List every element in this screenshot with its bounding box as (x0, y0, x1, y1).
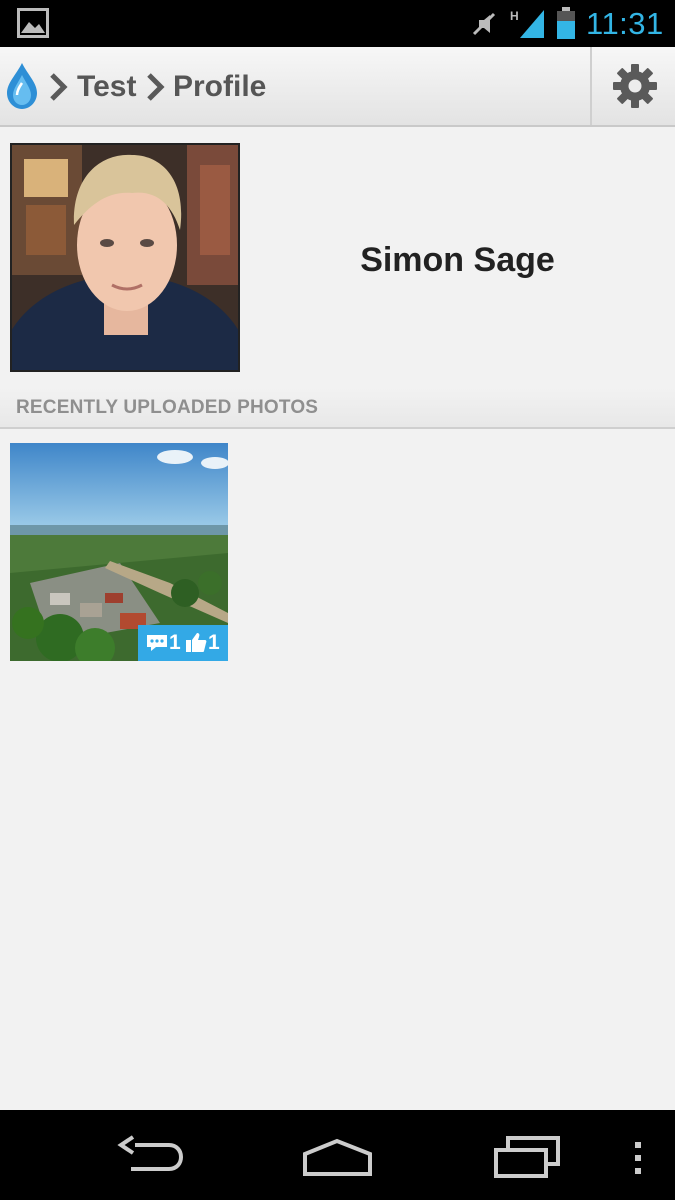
drop-logo-icon[interactable] (4, 61, 40, 111)
thumbs-up-icon (186, 633, 207, 652)
recents-icon[interactable] (492, 1134, 562, 1180)
mute-icon (472, 12, 496, 36)
action-bar: Test Profile (0, 47, 675, 127)
settings-button[interactable] (590, 47, 675, 125)
avatar-photo (12, 145, 238, 370)
comment-icon (147, 635, 167, 651)
menu-icon[interactable] (628, 1138, 648, 1178)
battery-icon (557, 7, 575, 39)
comment-count: 1 (169, 631, 181, 654)
chevron-right-icon (50, 73, 68, 101)
profile-name: Simon Sage (360, 241, 555, 279)
navigation-bar (0, 1110, 675, 1200)
status-bar: H 11:31 (0, 0, 675, 47)
back-icon[interactable] (115, 1135, 185, 1179)
breadcrumb-test[interactable]: Test (77, 64, 136, 110)
gear-icon (613, 64, 657, 108)
chevron-right-icon (147, 73, 165, 101)
photo-thumbnail[interactable]: 1 1 (10, 443, 228, 661)
network-type-label: H (510, 9, 519, 23)
like-count: 1 (208, 631, 220, 654)
clock-time: 11:31 (586, 6, 664, 41)
section-header: RECENTLY UPLOADED PHOTOS (0, 387, 675, 429)
section-title: RECENTLY UPLOADED PHOTOS (16, 397, 319, 418)
photo-stats-badge: 1 1 (138, 625, 228, 661)
avatar[interactable] (10, 143, 240, 372)
gallery-icon (17, 8, 49, 38)
home-icon[interactable] (300, 1138, 375, 1178)
signal-icon: H (510, 9, 544, 38)
breadcrumb-profile: Profile (173, 70, 267, 103)
